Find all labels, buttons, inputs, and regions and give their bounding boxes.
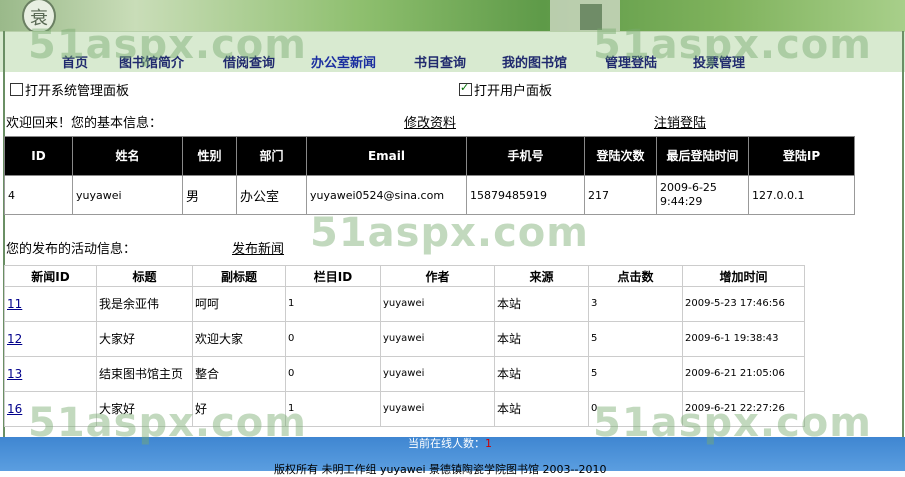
news-clicks: 5: [588, 356, 683, 392]
user-panel-toggle[interactable]: 打开用户面板: [459, 80, 552, 99]
news-clicks: 5: [588, 321, 683, 357]
news-source: 本站: [494, 286, 589, 322]
news-subtitle: 呵呵: [192, 286, 286, 322]
user-info-row: 4 yuyawei 男 办公室 yuyawei0524@sina.com 158…: [4, 175, 855, 215]
news-added-time: 2009-6-21 22:27:26: [682, 391, 805, 427]
edit-profile-link[interactable]: 修改资料: [404, 112, 456, 131]
cell-name: yuyawei: [72, 175, 183, 215]
logo-glyph: 衰: [30, 8, 48, 29]
news-id-link[interactable]: 16: [7, 402, 22, 416]
header-name: 姓名: [72, 136, 183, 176]
news-author: yuyawei: [380, 321, 495, 357]
banner-arch-image: [580, 4, 602, 30]
table-row: 11 我是余亚伟 呵呵 1 yuyawei 本站 3 2009-5-23 17:…: [4, 286, 805, 322]
header-id: ID: [4, 136, 73, 176]
news-column-id: 0: [285, 356, 381, 392]
news-column-id: 1: [285, 286, 381, 322]
main-nav: 首页 图书馆简介 借阅查询 办公室新闻 书目查询 我的图书馆 管理登陆 投票管理: [0, 31, 905, 72]
nav-vote-manage[interactable]: 投票管理: [693, 52, 745, 71]
nav-catalog-query[interactable]: 书目查询: [414, 52, 466, 71]
news-header-subtitle: 副标题: [192, 265, 286, 287]
news-subtitle: 整合: [192, 356, 286, 392]
news-title: 大家好: [96, 321, 193, 357]
table-row: 13 结束图书馆主页 整合 0 yuyawei 本站 5 2009-6-21 2…: [4, 356, 805, 392]
publish-news-link[interactable]: 发布新闻: [232, 238, 284, 257]
cell-phone: 15879485919: [466, 175, 585, 215]
table-row: 12 大家好 欢迎大家 0 yuyawei 本站 5 2009-6-1 19:3…: [4, 321, 805, 357]
user-info-header-row: ID 姓名 性别 部门 Email 手机号 登陆次数 最后登陆时间 登陆IP: [4, 136, 855, 176]
library-logo: 衰: [22, 0, 56, 31]
news-id-link[interactable]: 12: [7, 332, 22, 346]
system-panel-label: 打开系统管理面板: [25, 84, 130, 99]
news-header-column-id: 栏目ID: [285, 265, 381, 287]
header-last-login: 最后登陆时间: [656, 136, 749, 176]
news-subtitle: 欢迎大家: [192, 321, 286, 357]
system-panel-toggle[interactable]: 打开系统管理面板: [10, 80, 129, 99]
news-header-source: 来源: [494, 265, 589, 287]
nav-office-news[interactable]: 办公室新闻: [311, 52, 376, 71]
header-gender: 性别: [182, 136, 237, 176]
news-source: 本站: [494, 321, 589, 357]
news-source: 本站: [494, 356, 589, 392]
header-login-ip: 登陆IP: [748, 136, 855, 176]
user-info-table: ID 姓名 性别 部门 Email 手机号 登陆次数 最后登陆时间 登陆IP 4…: [4, 136, 855, 215]
table-row: 16 大家好 好 1 yuyawei 本站 0 2009-6-21 22:27:…: [4, 391, 805, 427]
user-panel-checkbox[interactable]: [459, 81, 472, 96]
news-column-id: 1: [285, 391, 381, 427]
news-title: 我是余亚伟: [96, 286, 193, 322]
nav-home[interactable]: 首页: [62, 52, 88, 71]
right-border: [902, 31, 904, 437]
online-number: 1: [485, 437, 492, 450]
news-title: 大家好: [96, 391, 193, 427]
news-column-id: 0: [285, 321, 381, 357]
news-header-title: 标题: [96, 265, 193, 287]
cell-email: yuyawei0524@sina.com: [306, 175, 467, 215]
nav-admin-login[interactable]: 管理登陆: [605, 52, 657, 71]
header-department: 部门: [236, 136, 307, 176]
news-added-time: 2009-6-21 21:05:06: [682, 356, 805, 392]
header-banner: 衰: [0, 0, 905, 31]
cell-department: 办公室: [236, 175, 307, 215]
copyright-text: 版权所有 未明工作组 yuyawei 景德镇陶瓷学院图书馆 2003--2010: [274, 463, 607, 476]
watermark-center: 51aspx.com: [310, 210, 589, 256]
news-added-time: 2009-5-23 17:46:56: [682, 286, 805, 322]
news-header-added-time: 增加时间: [682, 265, 805, 287]
footer: 当前在线人数：1 版权所有 未明工作组 yuyawei 景德镇陶瓷学院图书馆 2…: [0, 435, 905, 476]
news-author: yuyawei: [380, 391, 495, 427]
cell-gender: 男: [182, 175, 237, 215]
news-id-link[interactable]: 11: [7, 297, 22, 311]
nav-borrow-query[interactable]: 借阅查询: [223, 52, 275, 71]
header-email: Email: [306, 136, 467, 176]
nav-library-intro[interactable]: 图书馆简介: [119, 52, 184, 71]
cell-login-ip: 127.0.0.1: [748, 175, 855, 215]
news-author: yuyawei: [380, 286, 495, 322]
logout-link[interactable]: 注销登陆: [654, 112, 706, 131]
news-author: yuyawei: [380, 356, 495, 392]
cell-last-login: 2009-6-25 9:44:29: [656, 175, 749, 215]
news-id-link[interactable]: 13: [7, 367, 22, 381]
news-title: 结束图书馆主页: [96, 356, 193, 392]
news-table: 新闻ID 标题 副标题 栏目ID 作者 来源 点击数 增加时间 11 我是余亚伟…: [4, 265, 805, 427]
news-subtitle: 好: [192, 391, 286, 427]
news-header-row: 新闻ID 标题 副标题 栏目ID 作者 来源 点击数 增加时间: [4, 265, 805, 287]
header-phone: 手机号: [466, 136, 585, 176]
cell-id: 4: [4, 175, 73, 215]
news-clicks: 3: [588, 286, 683, 322]
header-login-count: 登陆次数: [584, 136, 657, 176]
system-panel-checkbox[interactable]: [10, 83, 23, 96]
cell-login-count: 217: [584, 175, 657, 215]
news-clicks: 0: [588, 391, 683, 427]
news-header-author: 作者: [380, 265, 495, 287]
online-count: 当前在线人数：1: [408, 435, 492, 451]
online-label: 当前在线人数：: [408, 437, 485, 450]
news-header-id: 新闻ID: [4, 265, 97, 287]
welcome-text: 欢迎回来！您的基本信息：: [6, 116, 163, 131]
news-source: 本站: [494, 391, 589, 427]
user-panel-label: 打开用户面板: [474, 84, 553, 99]
news-added-time: 2009-6-1 19:38:43: [682, 321, 805, 357]
nav-my-library[interactable]: 我的图书馆: [502, 52, 567, 71]
activity-text: 您的发布的活动信息：: [6, 242, 137, 257]
news-header-clicks: 点击数: [588, 265, 683, 287]
